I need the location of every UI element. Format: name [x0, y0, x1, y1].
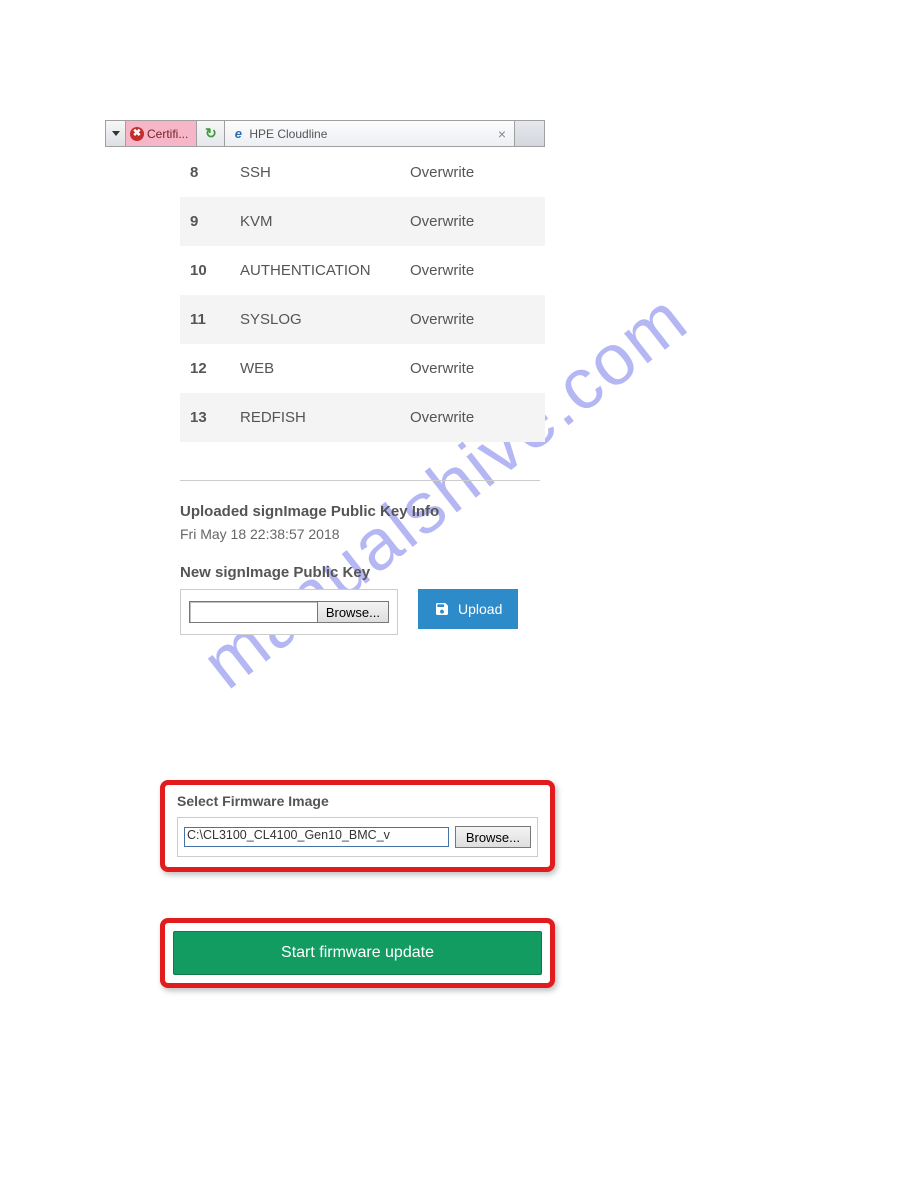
row-action: Overwrite: [400, 295, 545, 344]
error-icon: ✖: [130, 127, 144, 141]
row-number: 11: [180, 295, 230, 344]
row-number: 10: [180, 246, 230, 295]
row-number: 12: [180, 344, 230, 393]
firmware-browse-button[interactable]: Browse...: [455, 826, 531, 848]
tab-cert-label: Certifi...: [147, 127, 188, 141]
row-service: SYSLOG: [230, 295, 400, 344]
close-tab-button[interactable]: ×: [498, 126, 506, 142]
firmware-path-input[interactable]: C:\CL3100_CL4100_Gen10_BMC_v: [184, 827, 449, 847]
row-action: Overwrite: [400, 148, 545, 197]
row-service: AUTHENTICATION: [230, 246, 400, 295]
row-service: REDFISH: [230, 393, 400, 442]
table-row: 10AUTHENTICATIONOverwrite: [180, 246, 545, 295]
pubkey-file-path-input[interactable]: [189, 601, 317, 623]
section-divider: [180, 480, 540, 481]
row-service: KVM: [230, 197, 400, 246]
pubkey-info-title: Uploaded signImage Public Key Info: [180, 503, 545, 520]
row-service: WEB: [230, 344, 400, 393]
start-firmware-update-button[interactable]: Start firmware update: [173, 931, 542, 975]
refresh-icon: ↻: [205, 125, 217, 142]
new-tab-button[interactable]: [514, 121, 544, 146]
row-service: SSH: [230, 148, 400, 197]
refresh-button[interactable]: ↻: [197, 121, 225, 146]
table-row: 11SYSLOGOverwrite: [180, 295, 545, 344]
row-action: Overwrite: [400, 197, 545, 246]
row-action: Overwrite: [400, 393, 545, 442]
row-number: 9: [180, 197, 230, 246]
row-number: 8: [180, 148, 230, 197]
pubkey-timestamp: Fri May 18 22:38:57 2018: [180, 526, 545, 542]
new-pubkey-label: New signImage Public Key: [180, 564, 545, 581]
tab-hpe-cloudline[interactable]: e HPE Cloudline ×: [225, 121, 514, 146]
save-icon: [434, 601, 450, 617]
ie-icon: e: [231, 127, 245, 141]
tab-active-label: HPE Cloudline: [249, 127, 327, 141]
tab-certificate-error[interactable]: ✖ Certifi...: [126, 121, 197, 146]
row-action: Overwrite: [400, 344, 545, 393]
table-row: 12WEBOverwrite: [180, 344, 545, 393]
table-row: 8SSHOverwrite: [180, 148, 545, 197]
row-action: Overwrite: [400, 246, 545, 295]
pubkey-file-field: Browse...: [180, 589, 398, 635]
config-table: 8SSHOverwrite9KVMOverwrite10AUTHENTICATI…: [180, 148, 545, 442]
start-update-section: Start firmware update: [160, 918, 555, 988]
upload-button[interactable]: Upload: [418, 589, 518, 629]
pubkey-browse-button[interactable]: Browse...: [317, 601, 389, 623]
chevron-down-icon: [112, 131, 120, 136]
upload-button-label: Upload: [458, 601, 502, 617]
select-firmware-title: Select Firmware Image: [177, 793, 538, 809]
browser-tab-bar: ✖ Certifi... ↻ e HPE Cloudline ×: [105, 120, 545, 147]
table-row: 9KVMOverwrite: [180, 197, 545, 246]
table-row: 13REDFISHOverwrite: [180, 393, 545, 442]
tab-dropdown-button[interactable]: [106, 121, 126, 146]
select-firmware-section: Select Firmware Image C:\CL3100_CL4100_G…: [160, 780, 555, 872]
row-number: 13: [180, 393, 230, 442]
